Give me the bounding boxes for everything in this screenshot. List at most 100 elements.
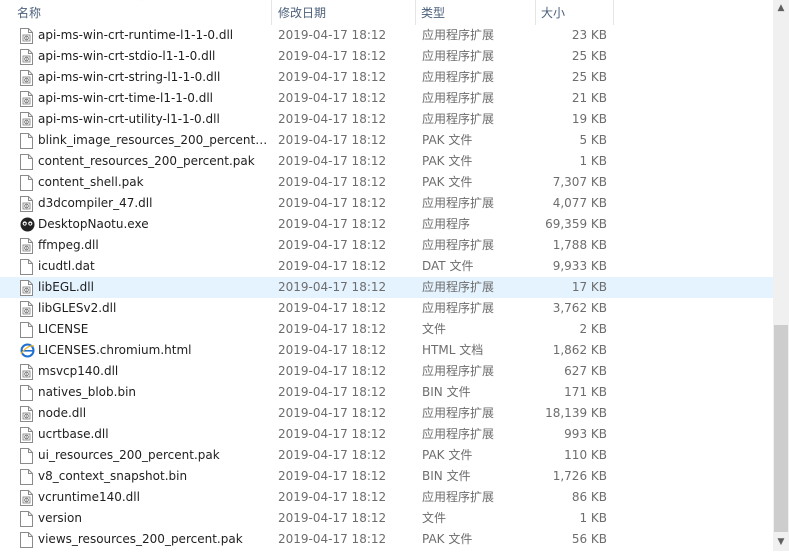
file-name[interactable]: natives_blob.bin bbox=[38, 382, 268, 403]
dll-file-icon bbox=[20, 28, 33, 44]
file-row[interactable]: ffmpeg.dll 2019-04-17 18:12 应用程序扩展 1,788 KB bbox=[0, 235, 773, 256]
dll-file-icon bbox=[20, 238, 33, 254]
file-name[interactable]: LICENSES.chromium.html bbox=[38, 340, 268, 361]
file-row[interactable]: node.dll 2019-04-17 18:12 应用程序扩展 18,139 KB bbox=[0, 403, 773, 424]
column-size-header[interactable]: 大小 bbox=[536, 0, 613, 25]
file-row[interactable]: icudtl.dat 2019-04-17 18:12 DAT 文件 9,933 KB bbox=[0, 256, 773, 277]
file-name[interactable]: ffmpeg.dll bbox=[38, 235, 268, 256]
dll-file-icon bbox=[20, 91, 33, 107]
file-row[interactable]: DesktopNaotu.exe 2019-04-17 18:12 应用程序 69,3… bbox=[0, 214, 773, 235]
file-row[interactable]: api-ms-win-crt-utility-l1-1-0.dll 2019-04… bbox=[0, 109, 773, 130]
file-row[interactable]: ui_resources_200_percent.pak 2019-04-17 1… bbox=[0, 445, 773, 466]
file-type: 应用程序扩展 bbox=[422, 406, 495, 420]
file-type: DAT 文件 bbox=[422, 259, 474, 273]
vertical-scrollbar[interactable]: ▲ ▼ bbox=[773, 0, 789, 551]
column-date-header[interactable]: 修改日期 bbox=[273, 0, 414, 25]
file-row[interactable]: natives_blob.bin 2019-04-17 18:12 BIN 文件 17… bbox=[0, 382, 773, 403]
file-row[interactable]: vcruntime140.dll 2019-04-17 18:12 应用程序扩展 86… bbox=[0, 487, 773, 508]
file-size: 993 KB bbox=[564, 427, 607, 441]
file-row[interactable]: LICENSE 2019-04-17 18:12 文件 2 KB bbox=[0, 319, 773, 340]
file-name[interactable]: msvcp140.dll bbox=[38, 361, 268, 382]
file-size: 4,077 KB bbox=[552, 196, 607, 210]
generic-file-icon bbox=[20, 511, 33, 527]
file-name[interactable]: api-ms-win-crt-runtime-l1-1-0.dll bbox=[38, 25, 268, 46]
file-name[interactable]: node.dll bbox=[38, 403, 268, 424]
file-date: 2019-04-17 18:12 bbox=[278, 217, 387, 231]
file-size: 2 KB bbox=[579, 322, 607, 336]
column-name-header[interactable]: 名称 bbox=[12, 0, 270, 25]
generic-file-icon bbox=[20, 385, 33, 401]
file-name[interactable]: libGLESv2.dll bbox=[38, 298, 268, 319]
file-name[interactable]: libEGL.dll bbox=[38, 277, 268, 298]
file-size: 69,359 KB bbox=[545, 217, 607, 231]
generic-file-icon bbox=[20, 532, 33, 548]
generic-file-icon bbox=[20, 448, 33, 464]
file-size: 19 KB bbox=[571, 112, 607, 126]
file-row[interactable]: content_shell.pak 2019-04-17 18:12 PAK 文件 7… bbox=[0, 172, 773, 193]
file-date: 2019-04-17 18:12 bbox=[278, 427, 387, 441]
column-header: ⌃ 名称 修改日期 类型 大小 bbox=[0, 0, 773, 25]
file-name[interactable]: LICENSE bbox=[38, 319, 268, 340]
file-name[interactable]: v8_context_snapshot.bin bbox=[38, 466, 268, 487]
file-date: 2019-04-17 18:12 bbox=[278, 532, 387, 546]
file-name[interactable]: blink_image_resources_200_percent.p... bbox=[38, 130, 268, 151]
file-name[interactable]: api-ms-win-crt-utility-l1-1-0.dll bbox=[38, 109, 268, 130]
file-name[interactable]: api-ms-win-crt-time-l1-1-0.dll bbox=[38, 88, 268, 109]
file-name[interactable]: version bbox=[38, 508, 268, 529]
file-row[interactable]: msvcp140.dll 2019-04-17 18:12 应用程序扩展 627 KB bbox=[0, 361, 773, 382]
file-row[interactable]: version 2019-04-17 18:12 文件 1 KB bbox=[0, 508, 773, 529]
file-size: 3,762 KB bbox=[552, 301, 607, 315]
scroll-down-arrow-icon[interactable]: ▼ bbox=[773, 534, 789, 551]
file-row[interactable]: LICENSES.chromium.html 2019-04-17 18:12 HT… bbox=[0, 340, 773, 361]
file-date: 2019-04-17 18:12 bbox=[278, 91, 387, 105]
file-type: 应用程序扩展 bbox=[422, 49, 495, 63]
file-date: 2019-04-17 18:12 bbox=[278, 490, 387, 504]
file-name[interactable]: icudtl.dat bbox=[38, 256, 268, 277]
file-name[interactable]: content_shell.pak bbox=[38, 172, 268, 193]
file-type: PAK 文件 bbox=[422, 133, 473, 147]
file-row[interactable]: ucrtbase.dll 2019-04-17 18:12 应用程序扩展 993 KB bbox=[0, 424, 773, 445]
file-type: 文件 bbox=[422, 511, 447, 525]
file-row[interactable]: libEGL.dll 2019-04-17 18:12 应用程序扩展 17 KB bbox=[0, 277, 773, 298]
file-row[interactable]: api-ms-win-crt-string-l1-1-0.dll 2019-04-… bbox=[0, 67, 773, 88]
file-name[interactable]: api-ms-win-crt-string-l1-1-0.dll bbox=[38, 67, 268, 88]
file-name[interactable]: api-ms-win-crt-stdio-l1-1-0.dll bbox=[38, 46, 268, 67]
file-row[interactable]: v8_context_snapshot.bin 2019-04-17 18:12 B… bbox=[0, 466, 773, 487]
file-date: 2019-04-17 18:12 bbox=[278, 364, 387, 378]
file-name[interactable]: DesktopNaotu.exe bbox=[38, 214, 268, 235]
file-type: 应用程序扩展 bbox=[422, 238, 495, 252]
file-date: 2019-04-17 18:12 bbox=[278, 280, 387, 294]
file-size: 86 KB bbox=[571, 490, 607, 504]
file-name[interactable]: ui_resources_200_percent.pak bbox=[38, 445, 268, 466]
dll-file-icon bbox=[20, 112, 33, 128]
file-name[interactable]: content_resources_200_percent.pak bbox=[38, 151, 268, 172]
dll-file-icon bbox=[20, 364, 33, 380]
file-type: 应用程序扩展 bbox=[422, 280, 495, 294]
file-row[interactable]: api-ms-win-crt-time-l1-1-0.dll 2019-04-17… bbox=[0, 88, 773, 109]
file-row[interactable]: views_resources_200_percent.pak 2019-04-1… bbox=[0, 529, 773, 550]
file-date: 2019-04-17 18:12 bbox=[278, 511, 387, 525]
file-name[interactable]: vcruntime140.dll bbox=[38, 487, 268, 508]
file-name[interactable]: d3dcompiler_47.dll bbox=[38, 193, 268, 214]
file-size: 1,862 KB bbox=[552, 343, 607, 357]
column-type-header[interactable]: 类型 bbox=[416, 0, 534, 25]
column-divider[interactable] bbox=[271, 0, 272, 25]
file-name[interactable]: views_resources_200_percent.pak bbox=[38, 529, 268, 550]
file-name[interactable]: ucrtbase.dll bbox=[38, 424, 268, 445]
dll-file-icon bbox=[20, 406, 33, 422]
scroll-up-arrow-icon[interactable]: ▲ bbox=[773, 0, 789, 17]
file-type: 应用程序扩展 bbox=[422, 490, 495, 504]
file-row[interactable]: d3dcompiler_47.dll 2019-04-17 18:12 应用程序扩展… bbox=[0, 193, 773, 214]
file-size: 7,307 KB bbox=[552, 175, 607, 189]
column-divider[interactable] bbox=[613, 0, 614, 25]
file-size: 25 KB bbox=[571, 49, 607, 63]
file-size: 56 KB bbox=[571, 532, 607, 546]
file-row[interactable]: api-ms-win-crt-stdio-l1-1-0.dll 2019-04-1… bbox=[0, 46, 773, 67]
file-row[interactable]: blink_image_resources_200_percent.p... 20… bbox=[0, 130, 773, 151]
file-row[interactable]: api-ms-win-crt-runtime-l1-1-0.dll 2019-04… bbox=[0, 25, 773, 46]
scrollbar-thumb[interactable] bbox=[774, 325, 788, 532]
file-date: 2019-04-17 18:12 bbox=[278, 448, 387, 462]
file-row[interactable]: libGLESv2.dll 2019-04-17 18:12 应用程序扩展 3,762… bbox=[0, 298, 773, 319]
file-type: 应用程序扩展 bbox=[422, 91, 495, 105]
file-row[interactable]: content_resources_200_percent.pak 2019-04… bbox=[0, 151, 773, 172]
